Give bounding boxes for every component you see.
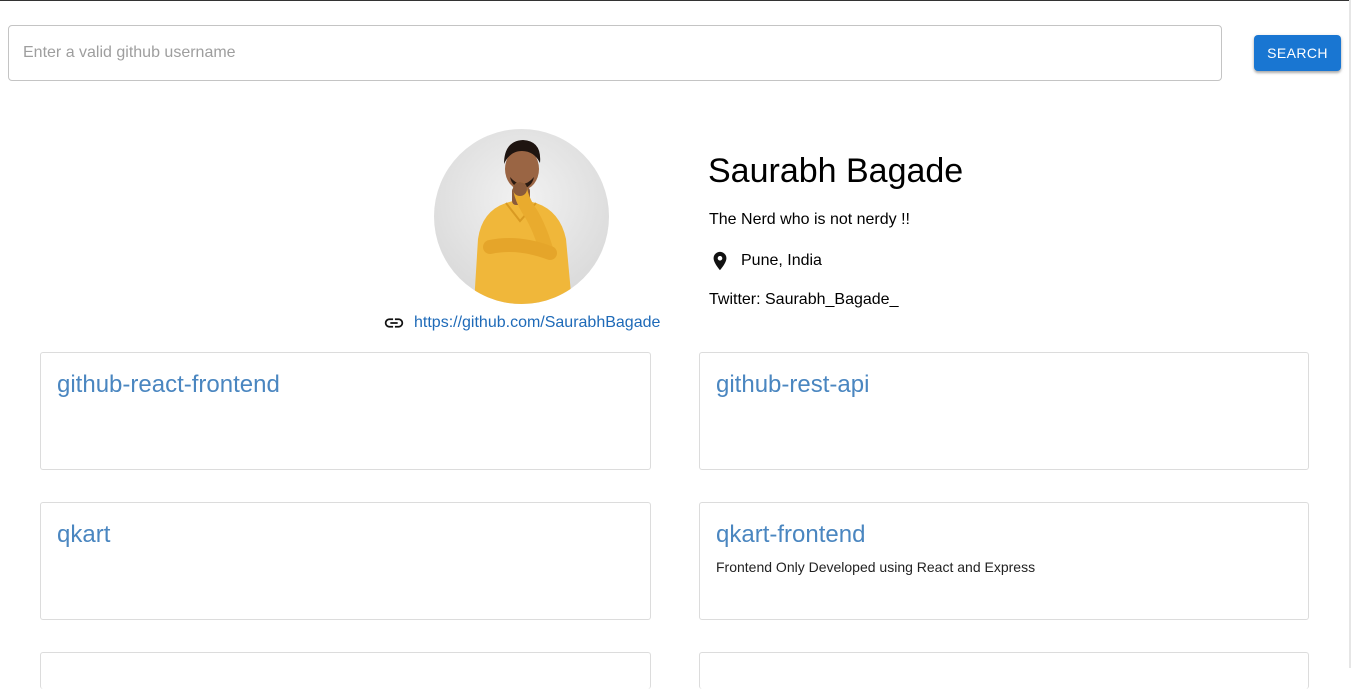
profile-bio: The Nerd who is not nerdy !! <box>709 211 910 228</box>
repo-name-link[interactable]: qkart-frontend <box>716 521 865 549</box>
repo-card <box>40 652 651 689</box>
avatar-photo <box>434 129 609 304</box>
search-button[interactable]: SEARCH <box>1254 35 1341 71</box>
repo-name-link[interactable]: github-rest-api <box>716 371 869 399</box>
avatar <box>434 129 609 304</box>
location-text: Pune, India <box>741 252 822 269</box>
window-top-border <box>0 0 1351 1</box>
username-search-input[interactable] <box>8 25 1222 81</box>
repo-name-link[interactable]: github-react-frontend <box>57 371 280 399</box>
profile-link-row: https://github.com/SaurabhBagade <box>383 313 660 333</box>
repo-card: qkart-frontend Frontend Only Developed u… <box>699 502 1309 620</box>
github-profile-link[interactable]: https://github.com/SaurabhBagade <box>414 314 660 332</box>
repo-name-link[interactable]: qkart <box>57 521 110 549</box>
repo-description: Frontend Only Developed using React and … <box>716 559 1036 575</box>
location-pin-icon <box>709 250 731 272</box>
location-row: Pune, India <box>709 249 822 273</box>
repo-card: qkart <box>40 502 651 620</box>
twitter-handle: Twitter: Saurabh_Bagade_ <box>709 291 899 308</box>
repo-card: github-rest-api <box>699 352 1309 470</box>
repo-card: github-react-frontend <box>40 352 651 470</box>
repo-card <box>699 652 1309 689</box>
profile-name: Saurabh Bagade <box>708 152 964 190</box>
link-icon <box>383 312 405 334</box>
